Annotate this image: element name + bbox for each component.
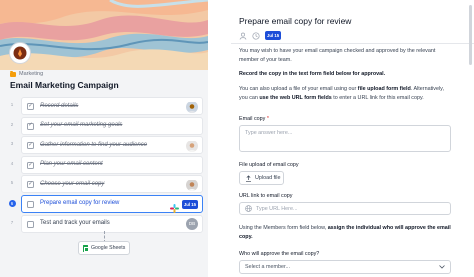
chevron-down-icon xyxy=(439,265,445,269)
email-copy-label-text: Email copy xyxy=(239,116,266,122)
step-list: 1 ✓ Record details 2 ✓ Set your email ma… xyxy=(8,97,204,234)
checkbox[interactable] xyxy=(27,200,34,208)
avatar xyxy=(186,101,198,113)
step-label: Test and track your emails xyxy=(40,220,110,227)
step-card[interactable]: ✓ Plan your email content xyxy=(21,155,203,174)
upload-text-a: You can also upload a file of your email… xyxy=(239,86,358,92)
member-select-value: Select a member... xyxy=(245,264,290,270)
step-label: Set your email marketing goals xyxy=(40,122,123,129)
approver-label: Who will approve the email copy? xyxy=(239,251,320,257)
required-marker: * xyxy=(266,116,269,122)
step-card[interactable]: ✓ Record details xyxy=(21,97,203,115)
google-sheets-integration[interactable]: Google Sheets xyxy=(78,241,130,255)
url-input[interactable]: Type URL Here... xyxy=(239,202,451,215)
scrollbar[interactable] xyxy=(469,5,472,65)
upload-text-b: file upload form field xyxy=(357,86,411,92)
step-number: 4 xyxy=(10,160,14,166)
email-copy-field[interactable]: Type answer here... xyxy=(239,125,451,152)
step-label: Gather information to find your audience xyxy=(40,141,148,148)
avatar xyxy=(186,140,198,152)
step-item[interactable]: 3 ✓ Gather information to find your audi… xyxy=(8,136,204,155)
workflow-panel: Marketing Email Marketing Campaign 1 ✓ R… xyxy=(0,0,208,277)
member-select[interactable]: Select a member... xyxy=(239,260,451,274)
step-label: Prepare email copy for review xyxy=(40,200,120,207)
check-icon[interactable]: ✓ xyxy=(27,122,34,130)
step-number: 5 xyxy=(10,180,14,186)
folder-icon xyxy=(10,70,16,77)
due-date-badge[interactable]: Jul 15 xyxy=(181,199,198,209)
step-number: 7 xyxy=(10,219,14,225)
url-label: URL link to email copy xyxy=(239,193,293,199)
checkbox[interactable] xyxy=(27,220,34,228)
due-date-badge[interactable]: Jul 15 xyxy=(265,31,282,40)
step-card[interactable]: Prepare email copy for review Jul 15 xyxy=(21,194,203,214)
check-icon[interactable]: ✓ xyxy=(27,103,34,110)
step-card[interactable]: ✓ Choose your email copy xyxy=(21,175,203,194)
step-number: 3 xyxy=(10,141,14,147)
workflow-logo xyxy=(9,42,31,64)
step-number: 1 xyxy=(10,102,14,107)
google-sheets-icon xyxy=(83,244,89,252)
task-detail-panel: Prepare email copy for review Jul 15 You… xyxy=(208,0,474,277)
email-copy-label: Email copy * xyxy=(239,116,269,122)
step-item[interactable]: 4 ✓ Plan your email content xyxy=(8,155,204,175)
upload-file-button[interactable]: Upload file xyxy=(239,171,284,185)
step-item[interactable]: 5 ✓ Choose your email copy xyxy=(8,175,204,194)
step-label: Choose your email copy xyxy=(40,180,105,187)
step-card[interactable]: ✓ Set your email marketing goals xyxy=(21,116,203,135)
clock-icon[interactable] xyxy=(252,31,260,40)
avatar xyxy=(186,179,198,191)
step-label: Plan your email content xyxy=(40,161,103,168)
avatar: DB xyxy=(186,218,198,231)
step-item[interactable]: 7 Test and track your emails DB xyxy=(8,214,204,234)
step-card[interactable]: ✓ Gather information to find your audien… xyxy=(21,136,203,155)
step-label: Record details xyxy=(40,102,79,109)
upload-text-e: to enter a URL link for this email copy. xyxy=(331,94,424,101)
step-number: 2 xyxy=(10,121,14,127)
upload-text-d: use the web URL form fields xyxy=(259,94,332,101)
workflow-banner xyxy=(0,0,208,70)
workflow-title: Email Marketing Campaign xyxy=(10,80,119,90)
upload-instructions: You can also upload a file of your email… xyxy=(239,85,451,102)
step-number: 6 xyxy=(8,199,16,207)
file-upload-label: File upload of email copy xyxy=(239,162,299,168)
check-icon[interactable]: ✓ xyxy=(27,142,34,150)
integration-label: Google Sheets xyxy=(91,245,126,251)
breadcrumb[interactable]: Marketing xyxy=(10,70,44,77)
task-instruction: Record the copy in the text form field b… xyxy=(239,70,451,79)
task-intro: You may wish to have your email campaign… xyxy=(239,48,436,63)
check-icon[interactable]: ✓ xyxy=(27,161,34,169)
globe-icon xyxy=(245,205,252,212)
members-text-a: Using the Members form field below, xyxy=(239,225,328,231)
task-meta: Jul 15 xyxy=(239,31,282,40)
step-card[interactable]: Test and track your emails DB xyxy=(21,214,203,233)
step-item-current[interactable]: 6 Prepare email copy for review Jul 15 xyxy=(8,194,204,214)
slack-icon xyxy=(170,200,179,214)
divider xyxy=(231,43,474,44)
step-item[interactable]: 1 ✓ Record details xyxy=(8,97,204,116)
url-placeholder: Type URL Here... xyxy=(256,205,298,212)
assign-user-icon[interactable] xyxy=(239,32,247,40)
step-item[interactable]: 2 ✓ Set your email marketing goals xyxy=(8,116,204,136)
members-instructions: Using the Members form field below, assi… xyxy=(239,224,451,241)
instruction-bold: Record the copy in the text form field b… xyxy=(239,71,386,77)
task-title: Prepare email copy for review xyxy=(239,16,352,26)
check-icon[interactable]: ✓ xyxy=(27,181,34,189)
upload-icon xyxy=(246,174,251,182)
upload-button-label: Upload file xyxy=(255,175,281,181)
breadcrumb-label: Marketing xyxy=(19,71,44,77)
